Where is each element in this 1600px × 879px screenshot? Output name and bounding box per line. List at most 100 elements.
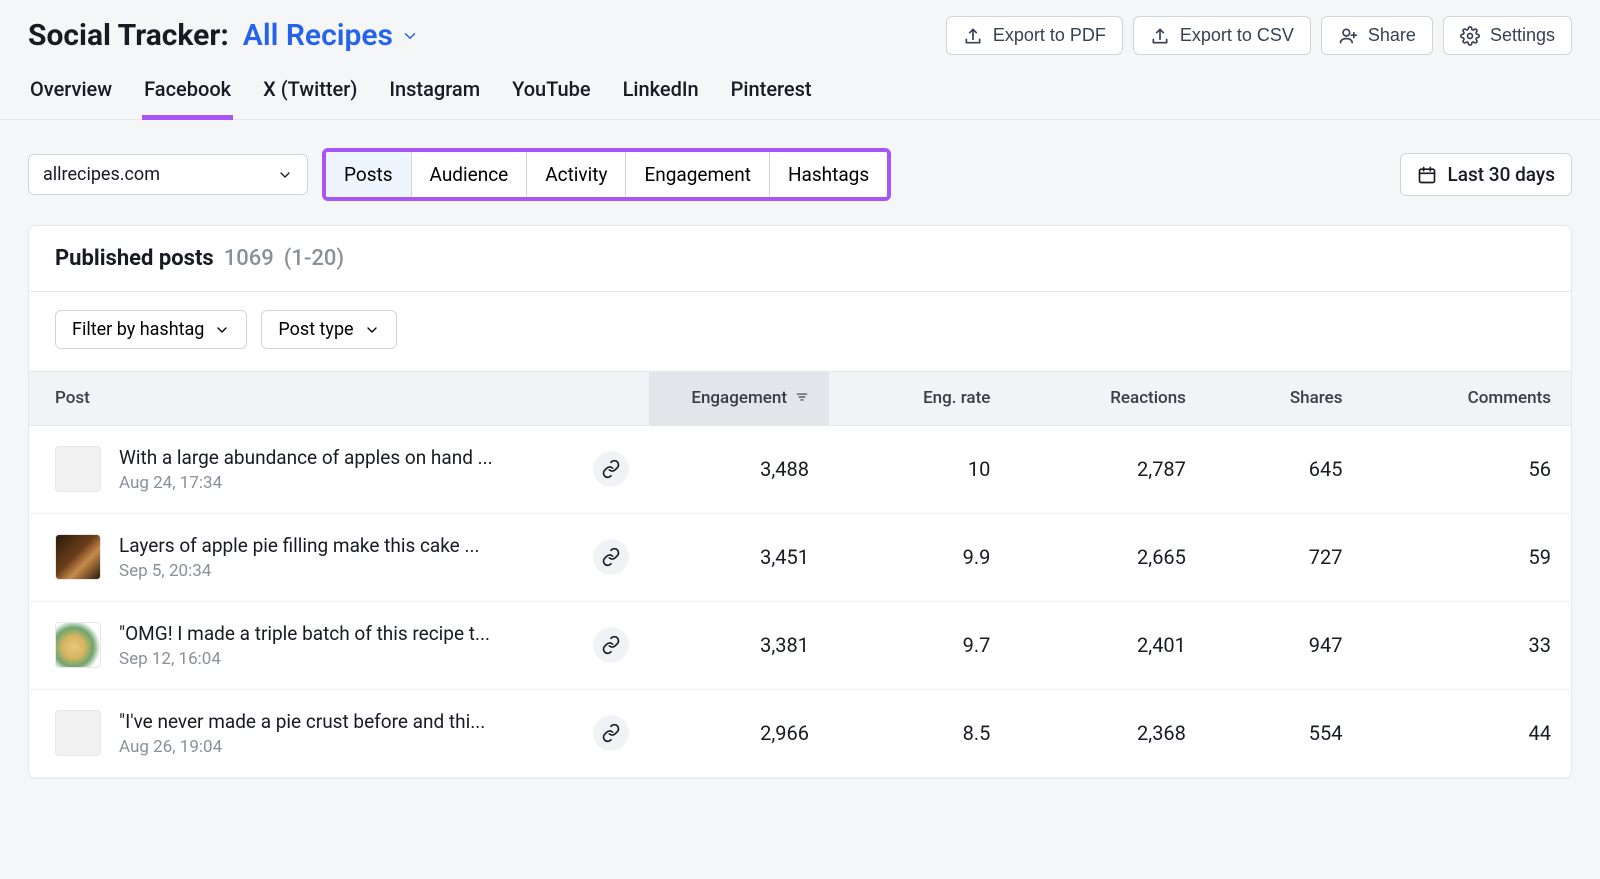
cell-eng_rate: 8.5 bbox=[829, 689, 1010, 777]
subtab-posts[interactable]: Posts bbox=[326, 152, 412, 197]
export-pdf-label: Export to PDF bbox=[993, 25, 1106, 46]
export-csv-button[interactable]: Export to CSV bbox=[1133, 16, 1311, 55]
date-range-button[interactable]: Last 30 days bbox=[1400, 153, 1572, 196]
cell-engagement: 3,488 bbox=[649, 425, 829, 513]
open-link-button[interactable] bbox=[593, 451, 629, 487]
post-title[interactable]: With a large abundance of apples on hand… bbox=[119, 446, 549, 469]
post-date: Aug 26, 19:04 bbox=[119, 737, 575, 757]
col-comments[interactable]: Comments bbox=[1362, 372, 1571, 426]
cell-reactions: 2,368 bbox=[1010, 689, 1206, 777]
col-post[interactable]: Post bbox=[29, 372, 649, 426]
primary-tab-instagram[interactable]: Instagram bbox=[387, 77, 482, 120]
filter-posttype-label: Post type bbox=[278, 319, 353, 340]
col-engagement[interactable]: Engagement bbox=[649, 372, 829, 426]
link-icon bbox=[601, 547, 621, 567]
open-link-button[interactable] bbox=[593, 539, 629, 575]
cell-eng_rate: 9.7 bbox=[829, 601, 1010, 689]
filter-hashtag-label: Filter by hashtag bbox=[72, 319, 204, 340]
post-thumbnail bbox=[55, 534, 101, 580]
primary-tab-linkedin[interactable]: LinkedIn bbox=[621, 77, 701, 120]
col-shares[interactable]: Shares bbox=[1206, 372, 1363, 426]
post-date: Sep 12, 16:04 bbox=[119, 649, 575, 669]
cell-eng_rate: 9.9 bbox=[829, 513, 1010, 601]
cell-engagement: 2,966 bbox=[649, 689, 829, 777]
open-link-button[interactable] bbox=[593, 715, 629, 751]
header-actions: Export to PDF Export to CSV Share Settin… bbox=[946, 16, 1572, 55]
card-range: (1-20) bbox=[284, 246, 344, 271]
gear-icon bbox=[1460, 26, 1480, 46]
cell-shares: 645 bbox=[1206, 425, 1363, 513]
chevron-down-icon bbox=[214, 322, 230, 338]
title-group: Social Tracker: All Recipes bbox=[28, 18, 419, 53]
posts-table: PostEngagementEng. rateReactionsSharesCo… bbox=[29, 371, 1571, 778]
post-thumbnail bbox=[55, 446, 101, 492]
settings-button[interactable]: Settings bbox=[1443, 16, 1572, 55]
post-title[interactable]: "OMG! I made a triple batch of this reci… bbox=[119, 622, 549, 645]
published-posts-card: Published posts 1069 (1-20) Filter by ha… bbox=[28, 225, 1572, 779]
card-total: 1069 bbox=[224, 246, 274, 271]
cell-reactions: 2,401 bbox=[1010, 601, 1206, 689]
post-title[interactable]: "I've never made a pie crust before and … bbox=[119, 710, 549, 733]
cell-comments: 56 bbox=[1362, 425, 1571, 513]
project-name: All Recipes bbox=[243, 18, 393, 53]
cell-engagement: 3,451 bbox=[649, 513, 829, 601]
cell-eng_rate: 10 bbox=[829, 425, 1010, 513]
subtab-audience[interactable]: Audience bbox=[412, 152, 528, 197]
col-reactions[interactable]: Reactions bbox=[1010, 372, 1206, 426]
cell-engagement: 3,381 bbox=[649, 601, 829, 689]
chevron-down-icon bbox=[277, 167, 293, 183]
date-range-label: Last 30 days bbox=[1447, 163, 1555, 186]
post-thumbnail bbox=[55, 622, 101, 668]
primary-tabs: Overview Facebook X (Twitter) Instagram YouT… bbox=[0, 77, 1600, 120]
chevron-down-icon bbox=[401, 27, 419, 45]
user-plus-icon bbox=[1338, 26, 1358, 46]
page-title: Social Tracker: bbox=[28, 18, 229, 53]
table-header-row: PostEngagementEng. rateReactionsSharesCo… bbox=[29, 372, 1571, 426]
subtab-activity[interactable]: Activity bbox=[527, 152, 626, 197]
subtab-hashtags[interactable]: Hashtags bbox=[770, 152, 887, 197]
subtab-engagement[interactable]: Engagement bbox=[626, 152, 770, 197]
cell-reactions: 2,665 bbox=[1010, 513, 1206, 601]
table-row: With a large abundance of apples on hand… bbox=[29, 425, 1571, 513]
controls-row: allrecipes.com PostsAudienceActivityEnga… bbox=[28, 120, 1572, 225]
post-date: Sep 5, 20:34 bbox=[119, 561, 575, 581]
filter-posttype-button[interactable]: Post type bbox=[261, 310, 396, 349]
primary-tab-facebook[interactable]: Facebook bbox=[142, 77, 233, 120]
upload-icon bbox=[1150, 26, 1170, 46]
primary-tab-x-twitter-[interactable]: X (Twitter) bbox=[261, 77, 359, 120]
table-row: Layers of apple pie filling make this ca… bbox=[29, 513, 1571, 601]
link-icon bbox=[601, 723, 621, 743]
filter-hashtag-button[interactable]: Filter by hashtag bbox=[55, 310, 247, 349]
share-label: Share bbox=[1368, 25, 1416, 46]
link-icon bbox=[601, 635, 621, 655]
share-button[interactable]: Share bbox=[1321, 16, 1433, 55]
project-selector[interactable]: All Recipes bbox=[243, 18, 419, 53]
table-body: With a large abundance of apples on hand… bbox=[29, 425, 1571, 777]
sort-desc-icon bbox=[795, 389, 809, 409]
domain-dropdown-value: allrecipes.com bbox=[43, 164, 160, 185]
primary-tab-overview[interactable]: Overview bbox=[28, 77, 114, 120]
cell-comments: 44 bbox=[1362, 689, 1571, 777]
export-pdf-button[interactable]: Export to PDF bbox=[946, 16, 1123, 55]
cell-shares: 727 bbox=[1206, 513, 1363, 601]
settings-label: Settings bbox=[1490, 25, 1555, 46]
post-title[interactable]: Layers of apple pie filling make this ca… bbox=[119, 534, 549, 557]
open-link-button[interactable] bbox=[593, 627, 629, 663]
post-thumbnail bbox=[55, 710, 101, 756]
table-row: "I've never made a pie crust before and … bbox=[29, 689, 1571, 777]
post-date: Aug 24, 17:34 bbox=[119, 473, 575, 493]
link-icon bbox=[601, 459, 621, 479]
cell-comments: 33 bbox=[1362, 601, 1571, 689]
cell-reactions: 2,787 bbox=[1010, 425, 1206, 513]
page-header: Social Tracker: All Recipes Export to PD… bbox=[28, 16, 1572, 55]
col-eng-rate[interactable]: Eng. rate bbox=[829, 372, 1010, 426]
cell-shares: 554 bbox=[1206, 689, 1363, 777]
card-filters: Filter by hashtag Post type bbox=[29, 292, 1571, 371]
domain-dropdown[interactable]: allrecipes.com bbox=[28, 154, 308, 195]
table-row: "OMG! I made a triple batch of this reci… bbox=[29, 601, 1571, 689]
primary-tab-youtube[interactable]: YouTube bbox=[510, 77, 593, 120]
cell-comments: 59 bbox=[1362, 513, 1571, 601]
chevron-down-icon bbox=[364, 322, 380, 338]
primary-tab-pinterest[interactable]: Pinterest bbox=[729, 77, 814, 120]
export-csv-label: Export to CSV bbox=[1180, 25, 1294, 46]
